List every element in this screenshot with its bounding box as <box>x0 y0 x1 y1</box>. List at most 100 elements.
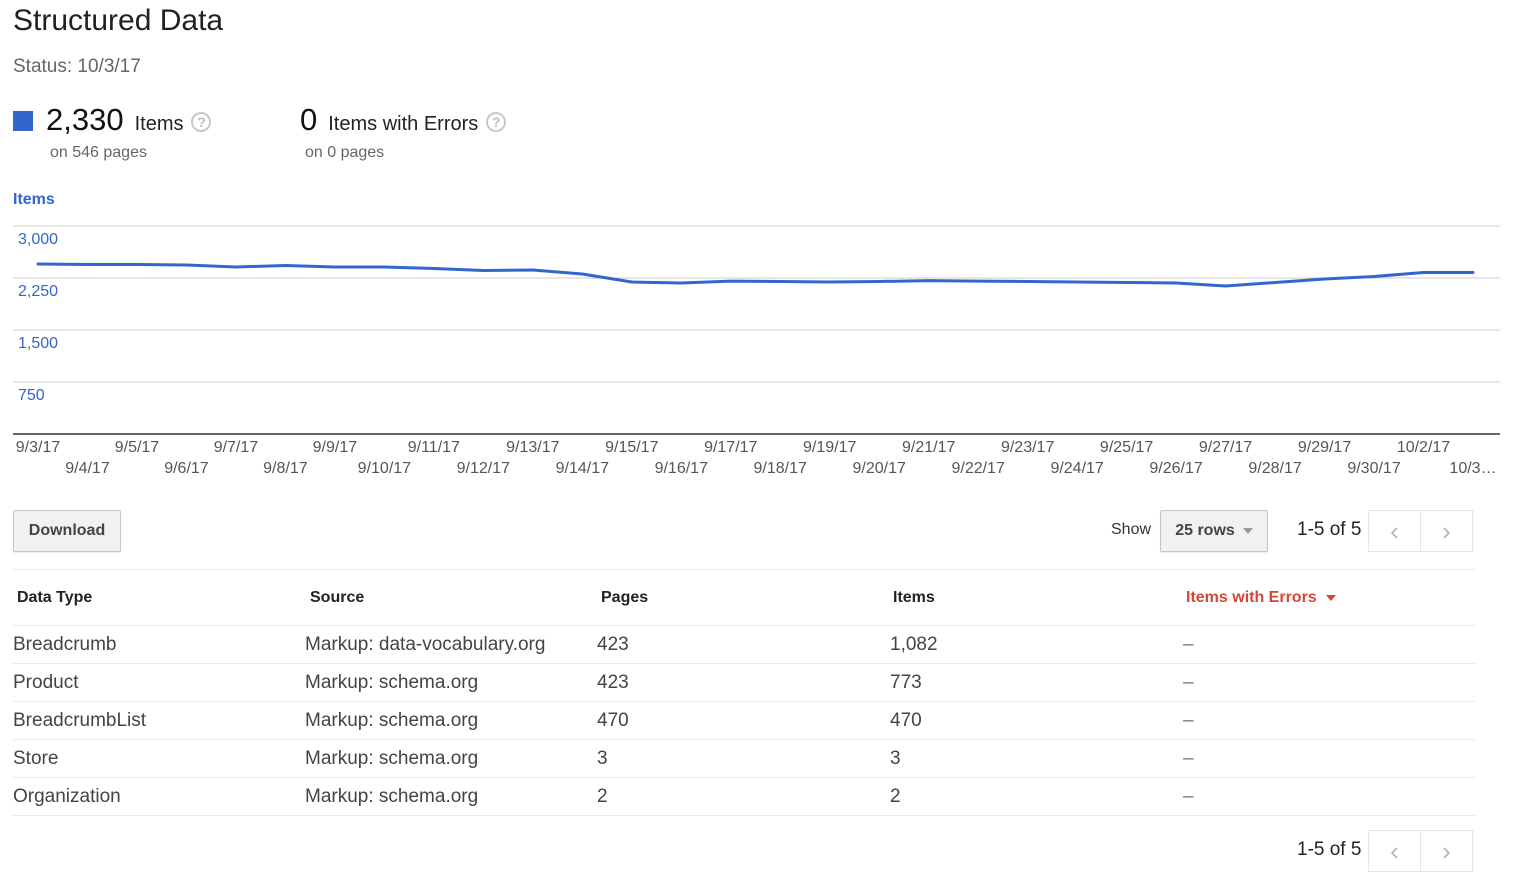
x-tick-label: 9/6/17 <box>164 460 209 477</box>
next-page-button[interactable]: › <box>1420 510 1473 552</box>
chevron-right-icon: › <box>1442 835 1451 866</box>
status-date: Status: 10/3/17 <box>13 56 141 77</box>
table-row[interactable]: Store Markup: schema.org 3 3 – <box>13 740 1475 778</box>
x-tick-label: 9/19/17 <box>803 439 856 456</box>
y-tick-label: 750 <box>18 387 45 404</box>
column-header-pages[interactable]: Pages <box>601 570 648 625</box>
cell-items-with-errors: – <box>1183 785 1194 807</box>
items-line-chart: 750 1,500 2,250 3,000 9/3/179/4/17 9/5/179/6/… <box>13 225 1500 477</box>
errors-count: 0 <box>300 102 318 137</box>
question-circle-icon[interactable]: ? <box>486 112 507 132</box>
x-tick-label: 10/3… <box>1449 460 1496 477</box>
x-tick-label: 9/21/17 <box>902 439 955 456</box>
chevron-left-icon: ‹ <box>1390 515 1399 546</box>
rows-per-page-value: 25 rows <box>1175 522 1235 539</box>
cell-data-type: Product <box>13 671 79 693</box>
chevron-left-icon: ‹ <box>1390 835 1399 866</box>
errors-summary[interactable]: 0 Items with Errors ? on 0 pages <box>300 102 507 162</box>
x-tick-label: 9/3/17 <box>16 439 61 456</box>
cell-data-type: BreadcrumbList <box>13 709 147 731</box>
x-tick-label: 9/4/17 <box>65 460 110 477</box>
items-pages: on 546 pages <box>50 144 147 161</box>
errors-pages: on 0 pages <box>305 144 385 161</box>
table-row[interactable]: Breadcrumb Markup: data-vocabulary.org 4… <box>13 626 1475 664</box>
cell-pages: 470 <box>597 709 629 731</box>
column-header-data-type[interactable]: Data Type <box>17 570 92 625</box>
sort-descending-icon <box>1325 594 1336 601</box>
x-tick-label: 9/15/17 <box>605 439 658 456</box>
table-row[interactable]: Product Markup: schema.org 423 773 – <box>13 664 1475 702</box>
x-tick-label: 9/29/17 <box>1298 439 1351 456</box>
cell-items-with-errors: – <box>1183 747 1194 769</box>
x-tick-label: 9/28/17 <box>1248 460 1301 477</box>
cell-pages: 423 <box>597 671 629 693</box>
cell-data-type: Breadcrumb <box>13 633 117 655</box>
footer-next-page-button[interactable]: › <box>1420 830 1473 872</box>
x-tick-label: 9/25/17 <box>1100 439 1153 456</box>
y-tick-label: 2,250 <box>18 283 58 300</box>
x-tick-label: 9/20/17 <box>853 460 906 477</box>
x-tick-label: 9/26/17 <box>1149 460 1202 477</box>
x-tick-label: 9/10/17 <box>358 460 411 477</box>
chart-legend-items: Items <box>13 191 55 208</box>
footer-prev-page-button[interactable]: ‹ <box>1368 830 1421 872</box>
x-tick-label: 9/17/17 <box>704 439 757 456</box>
chevron-right-icon: › <box>1442 515 1451 546</box>
x-tick-label: 9/7/17 <box>214 439 259 456</box>
x-tick-label: 9/16/17 <box>655 460 708 477</box>
cell-items-with-errors: – <box>1183 709 1194 731</box>
cell-items: 3 <box>890 747 901 769</box>
x-tick-label: 9/9/17 <box>313 439 358 456</box>
cell-items-with-errors: – <box>1183 671 1194 693</box>
y-tick-label: 3,000 <box>18 231 58 248</box>
structured-data-table: Data Type Source Pages Items Items with … <box>13 569 1475 816</box>
cell-items: 2 <box>890 785 901 807</box>
x-tick-label: 9/18/17 <box>754 460 807 477</box>
cell-source: Markup: schema.org <box>305 709 479 731</box>
cell-items: 470 <box>890 709 922 731</box>
table-row[interactable]: Organization Markup: schema.org 2 2 – <box>13 778 1475 816</box>
x-tick-label: 9/5/17 <box>115 439 160 456</box>
items-count: 2,330 <box>46 102 124 137</box>
x-tick-label: 9/13/17 <box>506 439 559 456</box>
prev-page-button[interactable]: ‹ <box>1368 510 1421 552</box>
table-row[interactable]: BreadcrumbList Markup: schema.org 470 47… <box>13 702 1475 740</box>
question-circle-icon[interactable]: ? <box>191 112 212 132</box>
x-tick-label: 9/24/17 <box>1050 460 1103 477</box>
download-button[interactable]: Download <box>13 510 121 552</box>
chevron-down-icon <box>1242 528 1253 534</box>
x-tick-label: 9/30/17 <box>1347 460 1400 477</box>
cell-data-type: Organization <box>13 785 121 807</box>
items-summary[interactable]: 2,330 Items ? on 546 pages <box>13 102 212 162</box>
cell-pages: 3 <box>597 747 608 769</box>
column-header-source[interactable]: Source <box>310 570 364 625</box>
series-line-items <box>36 262 1475 288</box>
items-label: Items <box>134 113 184 135</box>
cell-pages: 423 <box>597 633 629 655</box>
x-tick-label: 9/11/17 <box>408 439 460 456</box>
cell-items: 773 <box>890 671 922 693</box>
x-tick-label: 10/2/17 <box>1397 439 1450 456</box>
cell-pages: 2 <box>597 785 608 807</box>
cell-items-with-errors: – <box>1183 633 1194 655</box>
x-tick-label: 9/27/17 <box>1199 439 1252 456</box>
x-tick-label: 9/23/17 <box>1001 439 1054 456</box>
cell-source: Markup: schema.org <box>305 671 479 693</box>
column-header-items-with-errors-label: Items with Errors <box>1186 588 1317 606</box>
y-tick-label: 1,500 <box>18 335 58 352</box>
cell-source: Markup: schema.org <box>305 747 479 769</box>
column-header-items[interactable]: Items <box>893 570 935 625</box>
page-title: Structured Data <box>13 4 224 37</box>
footer-pager-range: 1-5 of 5 <box>1297 839 1362 860</box>
pager-range: 1-5 of 5 <box>1297 519 1362 540</box>
rows-per-page-select[interactable]: 25 rows <box>1160 510 1268 552</box>
x-tick-label: 9/12/17 <box>457 460 510 477</box>
cell-source: Markup: data-vocabulary.org <box>305 633 546 655</box>
x-tick-label: 9/14/17 <box>556 460 609 477</box>
items-series-swatch[interactable] <box>13 111 33 131</box>
cell-items: 1,082 <box>890 633 938 655</box>
table-header-row: Data Type Source Pages Items Items with … <box>13 570 1475 626</box>
cell-source: Markup: schema.org <box>305 785 479 807</box>
x-tick-label: 9/22/17 <box>951 460 1004 477</box>
column-header-items-with-errors[interactable]: Items with Errors <box>1186 570 1336 625</box>
